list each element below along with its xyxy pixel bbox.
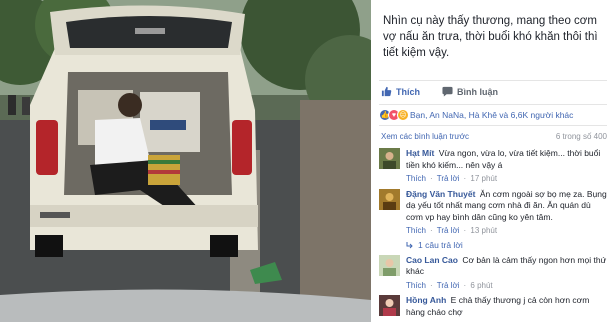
comment-meta: Thích · Trả lời · 6 phút [406, 280, 493, 290]
avatar[interactable] [379, 295, 400, 316]
avatar[interactable] [379, 188, 400, 210]
comment-reply-link[interactable]: Trả lời [437, 281, 460, 290]
thumbs-up-icon [381, 86, 392, 97]
comment-text: Vừa ngon, vừa lo, vừa tiết kiệm... thời … [406, 148, 601, 170]
view-replies-link[interactable]: 1 câu trả lời [379, 240, 609, 250]
comment-meta: Thích · Trả lời · 17 phút [406, 174, 498, 183]
reaction-icons: 👍 ♥ ☹ [379, 109, 409, 121]
reactions-summary[interactable]: 👍 ♥ ☹ Bạn, An NaNa, Hà Khê và 6,6K người… [379, 104, 607, 126]
post-actions-bar: Thích Bình luận [379, 80, 607, 102]
comment-button-label: Bình luận [457, 86, 498, 97]
comment-item: Hạt Mít Vừa ngon, vừa lo, vừa tiết kiệm.… [379, 148, 609, 185]
post-caption: Nhìn cụ này thấy thương, mang theo cơm v… [383, 15, 598, 59]
comment-meta: Thích · Trả lời · 13 phút [406, 226, 498, 235]
avatar[interactable] [379, 254, 400, 276]
comment-reply-link[interactable]: Trả lời [437, 174, 460, 183]
comment-like-link[interactable]: Thích [406, 174, 426, 183]
post-panel: Nhìn cụ này thấy thương, mang theo cơm v… [371, 0, 615, 322]
comment-time[interactable]: 13 phút [470, 226, 497, 235]
reactions-summary-text[interactable]: Bạn, An NaNa, Hà Khê và 6,6K người khác [410, 110, 573, 120]
comment-reply-link[interactable]: Trả lời [437, 226, 460, 235]
comment-time[interactable]: 17 phút [470, 174, 497, 183]
photo-car-trunk [0, 0, 371, 322]
view-previous-comments-link[interactable]: Xem các bình luận trước [381, 132, 469, 146]
comments-header: Xem các bình luận trước 6 trong số 400 [381, 132, 607, 146]
reply-arrow-icon [406, 241, 413, 248]
comment-author[interactable]: Cao Lan Cao [406, 255, 458, 265]
comment-author[interactable]: Hồng Anh [406, 295, 446, 305]
comment-time[interactable]: 6 phút [470, 281, 492, 290]
avatar[interactable] [379, 148, 400, 169]
comment-author[interactable]: Hạt Mít [406, 148, 434, 158]
comment-like-link[interactable]: Thích [406, 226, 426, 235]
comment-like-link[interactable]: Thích [406, 281, 426, 290]
comment-bubble-icon [442, 86, 453, 97]
comment-button[interactable]: Bình luận [442, 86, 498, 97]
comment-item: Cao Lan Cao Cơ bản là cảm thấy ngon hơn … [379, 254, 609, 292]
comment-item: Hồng Anh E chả thấy thương j cả còn hơn … [379, 295, 609, 318]
like-button[interactable]: Thích [381, 86, 420, 97]
comment-item: Đặng Văn Thuyết Ăn cơm ngoài sợ bọ mẹ za… [379, 188, 609, 237]
comment-author[interactable]: Đặng Văn Thuyết [406, 189, 475, 199]
comments-list: Hạt Mít Vừa ngon, vừa lo, vừa tiết kiệm.… [379, 148, 609, 322]
replies-count[interactable]: 1 câu trả lời [418, 240, 463, 250]
comment-count: 6 trong số 400 [555, 132, 607, 141]
like-button-label: Thích [396, 86, 420, 97]
sad-reaction-icon: ☹ [397, 109, 409, 121]
post-photo[interactable] [0, 0, 371, 322]
